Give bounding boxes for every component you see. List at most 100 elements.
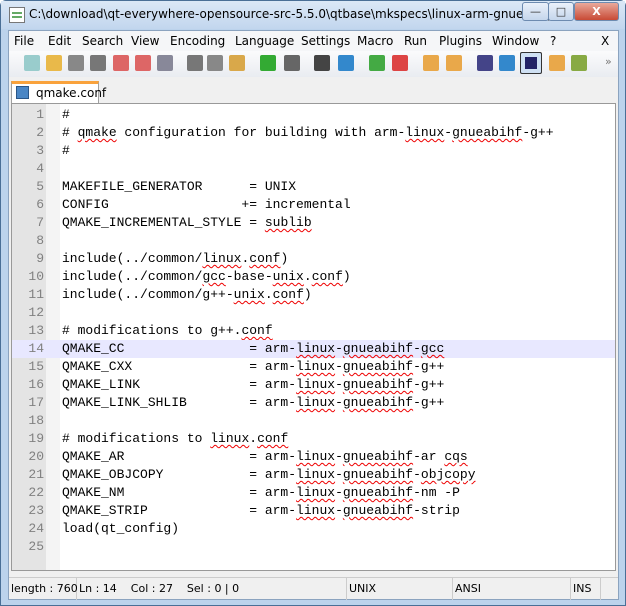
close-all-icon[interactable] [135, 55, 151, 71]
editor-line[interactable]: 11 include(../common/g++-unix.conf) [12, 286, 615, 304]
editor-line[interactable]: 2 # qmake configuration for building with… [12, 124, 615, 142]
misspelled-word: gnueabihf [342, 377, 414, 392]
line-text: QMAKE_NM = arm-linux-gnueabihf-nm -P [62, 484, 460, 502]
menu-language[interactable]: Language [235, 34, 294, 48]
menu-plugins[interactable]: Plugins [439, 34, 482, 48]
copy-icon[interactable] [207, 55, 223, 71]
maximize-button[interactable]: □ [548, 2, 574, 21]
editor-line[interactable]: 21 QMAKE_OBJCOPY = arm-linux-gnueabihf-ob… [12, 466, 615, 484]
menu-file[interactable]: File [14, 34, 34, 48]
editor-line[interactable]: 22 QMAKE_NM = arm-linux-gnueabihf-nm -P [12, 484, 615, 502]
text-editor[interactable]: 1 #2 # qmake configuration for building wi… [11, 103, 616, 571]
open-icon[interactable] [46, 55, 62, 71]
text-segment: -g++ [413, 377, 445, 392]
editor-line[interactable]: 8 [12, 232, 615, 250]
line-number: 14 [28, 341, 44, 356]
line-text: QMAKE_STRIP = arm-linux-gnueabihf-strip [62, 502, 460, 520]
line-text: CONFIG += incremental [62, 196, 351, 214]
redo-icon[interactable] [284, 55, 300, 71]
editor-line[interactable]: 19 # modifications to linux.conf [12, 430, 615, 448]
save-all-icon[interactable] [90, 55, 106, 71]
editor-line[interactable]: 7 QMAKE_INCREMENTAL_STYLE = sublib [12, 214, 615, 232]
print-icon[interactable] [157, 55, 173, 71]
misspelled-word: gnueabihf [452, 125, 523, 140]
editor-line[interactable]: 17 QMAKE_LINK_SHLIB = arm-linux-gnueabihf… [12, 394, 615, 412]
text-segment: QMAKE_AR = arm- [62, 449, 297, 464]
paste-icon[interactable] [229, 55, 245, 71]
editor-line[interactable]: 15 QMAKE_CXX = arm-linux-gnueabihf-g++ [12, 358, 615, 376]
function-list-icon[interactable] [571, 55, 587, 71]
text-segment: ) [303, 287, 312, 302]
editor-line[interactable]: 5 MAKEFILE_GENERATOR = UNIX [12, 178, 615, 196]
text-segment: # [62, 125, 78, 140]
save-icon[interactable] [68, 55, 84, 71]
misspelled-word: sublib [264, 215, 312, 230]
editor-line[interactable]: 23 QMAKE_STRIP = arm-linux-gnueabihf-stri… [12, 502, 615, 520]
show-all-chars-icon[interactable] [499, 55, 515, 71]
minimize-button[interactable]: — [522, 2, 549, 21]
line-text: QMAKE_AR = arm-linux-gnueabihf-ar cqs [62, 448, 468, 466]
find-icon[interactable] [314, 55, 330, 71]
line-number: 5 [36, 179, 44, 194]
editor-line[interactable]: 3 # [12, 142, 615, 160]
editor-line[interactable]: 9 include(../common/linux.conf) [12, 250, 615, 268]
sync-vertical-icon[interactable] [423, 55, 439, 71]
text-segment: QMAKE_INCREMENTAL_STYLE = [62, 215, 265, 230]
editor-line[interactable]: 16 QMAKE_LINK = arm-linux-gnueabihf-g++ [12, 376, 615, 394]
status-encoding: ANSI [453, 578, 571, 600]
text-segment: QMAKE_STRIP = arm- [62, 503, 297, 518]
line-number: 13 [28, 323, 44, 338]
doc-map-icon[interactable] [549, 55, 565, 71]
menu-run[interactable]: Run [404, 34, 427, 48]
toolbar: » [9, 51, 618, 77]
text-segment: -g++ [522, 125, 554, 140]
word-wrap-icon[interactable] [477, 55, 493, 71]
toolbar-overflow-chevron[interactable]: » [605, 55, 621, 71]
editor-line[interactable]: 1 # [12, 106, 615, 124]
cut-icon[interactable] [187, 55, 203, 71]
editor-line[interactable]: 13 # modifications to g++.conf [12, 322, 615, 340]
editor-line[interactable]: 25 [12, 538, 615, 556]
menu-settings[interactable]: Settings [301, 34, 350, 48]
editor-line[interactable]: 18 [12, 412, 615, 430]
line-number: 8 [36, 233, 44, 248]
menu-close-document[interactable]: X [601, 34, 609, 48]
undo-icon[interactable] [260, 55, 276, 71]
editor-line[interactable]: 14 QMAKE_CC = arm-linux-gnueabihf-gcc [12, 340, 615, 358]
misspelled-word: linux [296, 377, 336, 392]
line-number: 6 [36, 197, 44, 212]
tab-qmake-conf[interactable]: qmake.conf [11, 81, 106, 103]
editor-line[interactable]: 6 CONFIG += incremental [12, 196, 615, 214]
close-button[interactable]: X [574, 2, 619, 21]
sync-horizontal-icon[interactable] [446, 55, 462, 71]
menu-edit[interactable]: Edit [48, 34, 71, 48]
editor-line[interactable]: 12 [12, 304, 615, 322]
menu-encoding[interactable]: Encoding [170, 34, 225, 48]
misspelled-word: conf [249, 251, 281, 266]
text-segment: MAKEFILE_GENERATOR = UNIX [62, 179, 297, 194]
replace-icon[interactable] [338, 55, 354, 71]
zoom-in-icon[interactable] [369, 55, 385, 71]
line-number: 11 [28, 287, 44, 302]
editor-line[interactable]: 4 [12, 160, 615, 178]
line-number: 25 [28, 539, 44, 554]
menu-window[interactable]: Window [492, 34, 539, 48]
menu-help[interactable]: ? [550, 34, 556, 48]
indent-guide-icon[interactable] [520, 52, 542, 74]
editor-line[interactable]: 10 include(../common/gcc-base-unix.conf) [12, 268, 615, 286]
text-segment: - [335, 449, 343, 464]
menu-macro[interactable]: Macro [357, 34, 393, 48]
misspelled-word: linux [296, 485, 336, 500]
misspelled-word: unix [272, 269, 304, 284]
zoom-out-icon[interactable] [392, 55, 408, 71]
close-icon[interactable] [113, 55, 129, 71]
misspelled-word: gnueabihf [342, 359, 414, 374]
menu-view[interactable]: View [131, 34, 159, 48]
editor-line[interactable]: 24 load(qt_config) [12, 520, 615, 538]
tab-label: qmake.conf [36, 86, 107, 100]
status-position: Ln : 14 Col : 27 Sel : 0 | 0 [77, 578, 347, 600]
editor-line[interactable]: 20 QMAKE_AR = arm-linux-gnueabihf-ar cqs [12, 448, 615, 466]
line-text: MAKEFILE_GENERATOR = UNIX [62, 178, 296, 196]
new-icon[interactable] [24, 55, 40, 71]
menu-search[interactable]: Search [82, 34, 123, 48]
